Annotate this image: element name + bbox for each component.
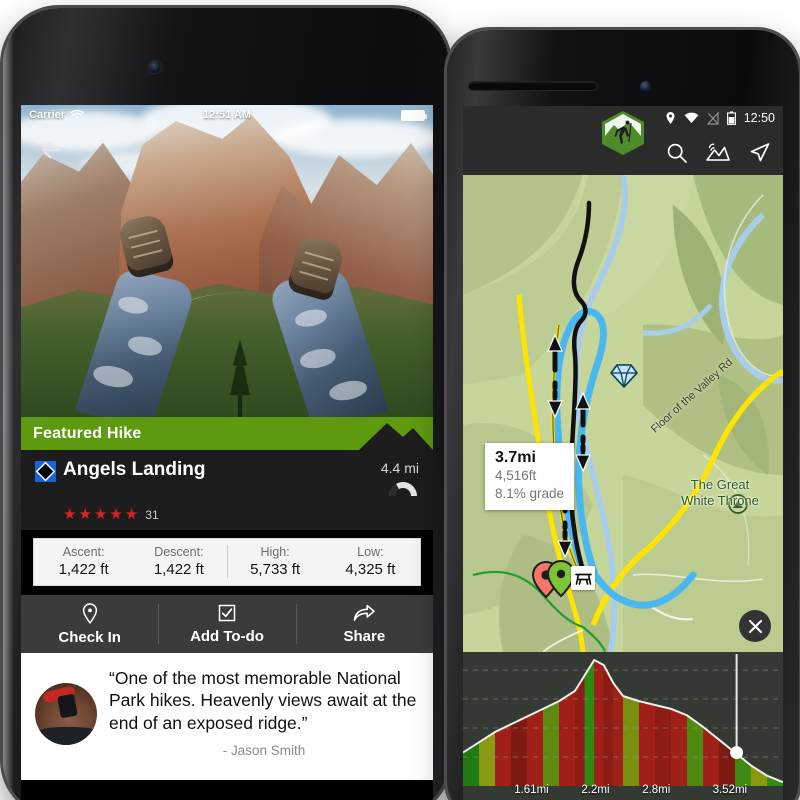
hike-distance: 4.4 mi bbox=[380, 460, 419, 476]
hero-photo: Carrier 12:51 AM bbox=[21, 105, 433, 417]
iphone-device-frame: Carrier 12:51 AM Featured Hike Angels La… bbox=[3, 8, 449, 800]
camera-prop bbox=[57, 693, 78, 719]
black-diamond-icon bbox=[35, 461, 56, 482]
android-clock: 12:50 bbox=[743, 111, 775, 125]
search-icon[interactable] bbox=[666, 142, 688, 164]
share-button[interactable]: Share bbox=[295, 595, 433, 653]
stat-value: 1,422 ft bbox=[58, 561, 109, 578]
stat-label: Ascent: bbox=[62, 545, 105, 559]
featured-hike-banner: Featured Hike bbox=[21, 417, 433, 450]
elevation-profile-svg bbox=[463, 654, 783, 786]
hike-meta: 4.4 mi bbox=[381, 460, 419, 502]
check-in-label: Check In bbox=[58, 629, 121, 646]
stat-value: 5,733 ft bbox=[250, 561, 301, 578]
mountain-icon bbox=[329, 423, 433, 450]
elevation-profile-chart[interactable]: 1.61mi 2.2mi 2.8mi 3.52mi bbox=[463, 652, 783, 800]
map-canvas bbox=[463, 175, 783, 652]
battery-icon bbox=[726, 111, 736, 125]
star-icon: ★ bbox=[93, 506, 108, 523]
rating-count: 31 bbox=[145, 507, 159, 522]
quote-text: “One of the most memorable National Park… bbox=[109, 668, 417, 733]
stat-label: High: bbox=[260, 545, 290, 559]
callout-grade: 8.1% grade bbox=[495, 486, 565, 501]
hike-name[interactable]: Angels Landing bbox=[63, 460, 206, 480]
elevation-callout: 3.7mi 4,516ft 8.1% grade bbox=[485, 443, 575, 510]
star-icon: ★ bbox=[78, 506, 92, 523]
check-in-button[interactable]: Check In bbox=[21, 595, 158, 653]
chart-x-tick-label: 3.52mi bbox=[712, 784, 748, 796]
share-label: Share bbox=[343, 628, 386, 645]
add-todo-label: Add To-do bbox=[190, 628, 264, 645]
screenshot-root: Carrier 12:51 AM Featured Hike Angels La… bbox=[0, 0, 800, 800]
action-bar: Check In Add To-do Share bbox=[21, 595, 433, 653]
stat-descent: Descent: 1,422 ft bbox=[131, 545, 226, 578]
android-screen: 12:50 3.7mi 4,516ft 8.1% grade Floor of … bbox=[463, 106, 783, 800]
shoulder bbox=[35, 727, 97, 745]
trail-map[interactable]: 3.7mi 4,516ft 8.1% grade Floor of the Va… bbox=[463, 175, 783, 652]
avatar bbox=[35, 683, 97, 745]
navigate-icon[interactable] bbox=[748, 141, 771, 164]
close-button[interactable] bbox=[739, 610, 771, 642]
ios-status-bar: Carrier 12:51 AM bbox=[21, 105, 433, 125]
rating-row: ★ ★ ★ ★ ★ 31 bbox=[63, 507, 419, 522]
iphone-screen: Carrier 12:51 AM Featured Hike Angels La… bbox=[21, 105, 433, 800]
picnic-table-icon[interactable] bbox=[571, 566, 595, 590]
stat-low: Low: 4,325 ft bbox=[323, 545, 418, 578]
wifi-icon bbox=[684, 112, 699, 123]
map-pin-icon bbox=[82, 603, 97, 624]
peak-label: The Great White Throne bbox=[681, 477, 759, 509]
review-quote-card: “One of the most memorable National Park… bbox=[21, 653, 433, 780]
quote-body: “One of the most memorable National Park… bbox=[109, 667, 419, 770]
battery-icon bbox=[401, 109, 427, 121]
callout-distance: 3.7mi bbox=[495, 449, 536, 466]
back-arrow-icon[interactable] bbox=[35, 133, 69, 167]
star-icon: ★ bbox=[109, 506, 123, 523]
share-arrow-icon bbox=[354, 604, 376, 621]
device-edge-glare bbox=[3, 8, 13, 800]
iphone-front-camera bbox=[149, 61, 161, 73]
quote-author: - Jason Smith bbox=[222, 743, 306, 759]
hike-title-row: Angels Landing 4.4 mi bbox=[35, 460, 419, 502]
stat-label: Descent: bbox=[154, 545, 204, 559]
stat-label: Low: bbox=[357, 545, 384, 559]
android-front-camera bbox=[640, 81, 651, 92]
signal-off-icon bbox=[706, 111, 719, 125]
checkbox-checked-icon bbox=[218, 604, 236, 622]
location-icon bbox=[666, 112, 675, 124]
chart-x-tick-label: 2.2mi bbox=[581, 784, 610, 796]
chart-x-tick-label: 1.61mi bbox=[514, 784, 549, 796]
earpiece-speaker bbox=[469, 82, 597, 90]
stat-value: 1,422 ft bbox=[153, 561, 204, 578]
callout-elevation: 4,516ft bbox=[495, 468, 537, 484]
featured-hike-label: Featured Hike bbox=[33, 424, 142, 442]
status-time: 12:51 AM bbox=[203, 109, 251, 121]
chart-x-tick-label: 2.8mi bbox=[642, 784, 671, 796]
hike-stats-table: Ascent: 1,422 ft Descent: 1,422 ft High:… bbox=[33, 538, 421, 586]
difficulty-gauge-icon bbox=[388, 482, 417, 496]
close-icon bbox=[748, 619, 762, 633]
hiker-hexagon-logo[interactable] bbox=[598, 110, 648, 166]
star-icon: ★ bbox=[63, 506, 77, 523]
hike-info-card: Angels Landing 4.4 mi ★ ★ ★ ★ ★ 31 bbox=[21, 450, 433, 530]
stat-high: High: 5,733 ft bbox=[226, 545, 323, 578]
stat-ascent: Ascent: 1,422 ft bbox=[36, 545, 131, 578]
add-todo-button[interactable]: Add To-do bbox=[158, 595, 295, 653]
star-icon: ★ bbox=[124, 506, 139, 523]
elevation-chart-icon[interactable] bbox=[706, 142, 730, 164]
stat-value: 4,325 ft bbox=[345, 561, 396, 578]
android-device-frame: 12:50 3.7mi 4,516ft 8.1% grade Floor of … bbox=[447, 30, 799, 800]
